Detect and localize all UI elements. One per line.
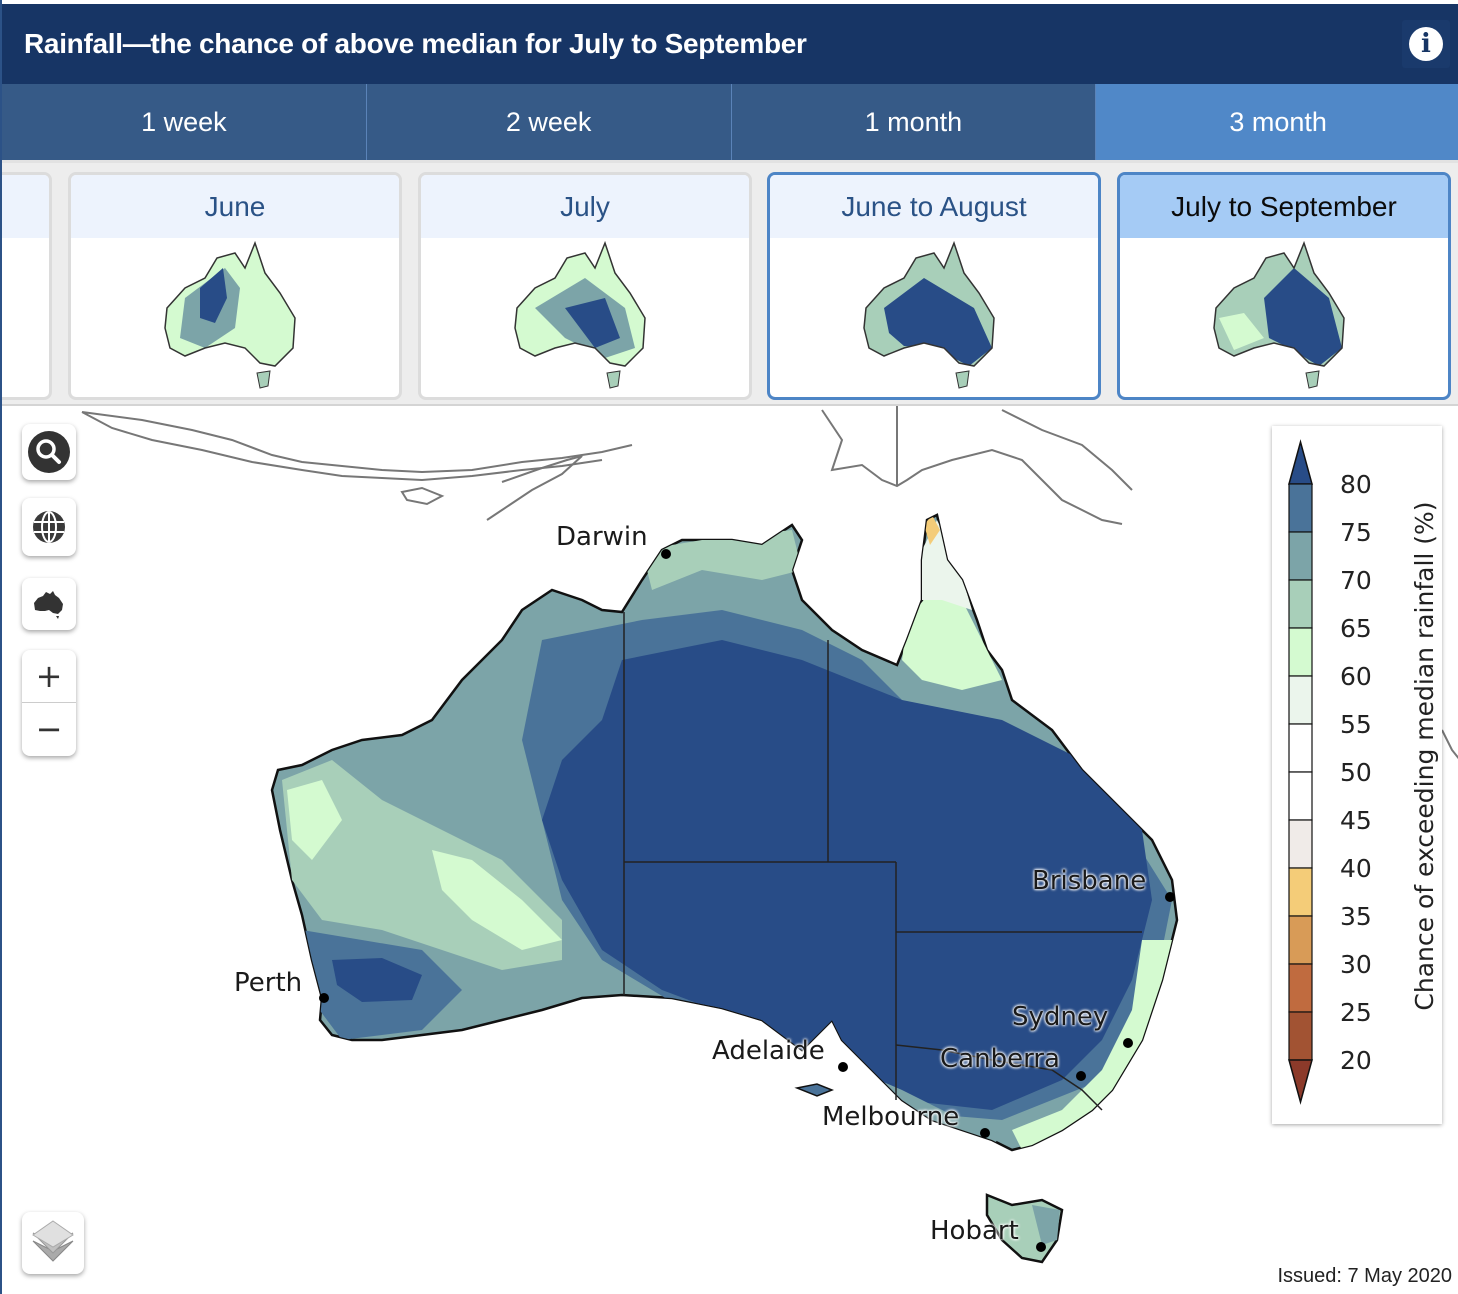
colorbar-tick-label: 60 (1340, 662, 1372, 691)
thumbnail-map (1213, 240, 1345, 389)
city-marker-darwin (661, 549, 671, 559)
thumbnail-tasmania (955, 370, 970, 389)
city-label-melbourne: Melbourne (822, 1102, 960, 1132)
colorbar-title: Chance of exceeding median rainfall (%) (1410, 501, 1439, 1011)
region-60-65-cape (902, 590, 1002, 690)
colorbar-bin (1288, 483, 1313, 533)
java-coastline (81, 411, 633, 482)
globe-icon (33, 511, 65, 543)
colorbar-tick-label: 70 (1340, 566, 1372, 595)
sumba-coastline (400, 486, 445, 506)
colorbar-tick-label: 35 (1340, 902, 1372, 931)
city-label-perth: Perth (234, 968, 303, 998)
colorbar-bin (1288, 867, 1313, 917)
city-label-adelaide: Adelaide (712, 1036, 825, 1066)
tab-1-month[interactable]: 1 month (731, 84, 1097, 160)
colorbar-tick-label: 25 (1340, 998, 1372, 1027)
city-marker-canberra (1076, 1071, 1086, 1081)
colorbar-tick-label: 30 (1340, 950, 1372, 979)
period-card-partial[interactable] (2, 172, 52, 400)
australia-icon (34, 591, 63, 619)
colorbar (1288, 439, 1313, 1105)
colorbar-bin (1288, 675, 1313, 725)
colorbar-tick-label: 55 (1340, 710, 1372, 739)
colorbar-tick-label: 40 (1340, 854, 1372, 883)
city-label-hobart: Hobart (930, 1216, 1019, 1246)
colorbar-bin (1288, 915, 1313, 965)
thumbnail-tasmania (1305, 370, 1320, 389)
layers-icon (32, 1220, 74, 1262)
city-label-sydney: Sydney (1012, 1002, 1109, 1032)
colorbar-tick-label: 75 (1340, 518, 1372, 547)
period-card-july[interactable]: July (418, 172, 752, 400)
city-marker-adelaide (838, 1062, 848, 1072)
thumbnail-map (514, 240, 646, 389)
east-coastline (1441, 729, 1458, 760)
layers-button[interactable] (22, 1212, 84, 1274)
period-label (2, 175, 49, 238)
period-selector: June July June to August July to Septemb… (2, 160, 1458, 406)
search-icon (28, 431, 70, 473)
issued-date: Issued: 7 May 2020 (1277, 1265, 1452, 1287)
city-marker-sydney (1123, 1038, 1133, 1048)
app-frame: Rainfall—the chance of above median for … (0, 0, 1458, 1294)
thumbnail-tasmania (606, 370, 621, 389)
zoom-in-button[interactable]: + (22, 650, 76, 703)
colorbar-tick-label: 65 (1340, 614, 1372, 643)
period-label: June (71, 175, 399, 238)
colorbar-extend-bottom (1288, 1059, 1313, 1105)
thumbnail-tasmania (256, 370, 271, 389)
info-icon: i (1409, 27, 1443, 61)
colorbar-bin (1288, 579, 1313, 629)
colorbar-bin (1288, 531, 1313, 581)
colorbar-bin (1288, 723, 1313, 773)
timescale-tabs: 1 week 2 week 1 month 3 month (2, 84, 1458, 160)
city-marker-hobart (1036, 1242, 1046, 1252)
city-marker-perth (319, 993, 329, 1003)
colorbar-extend-top (1288, 439, 1313, 485)
period-card-june-to-august[interactable]: June to August (767, 172, 1101, 400)
tab-3-month[interactable]: 3 month (1096, 84, 1458, 160)
colorbar-bin (1288, 627, 1313, 677)
colorbar-legend: 80 75 70 65 60 55 50 45 40 35 30 25 20 Chance of exc… (1272, 426, 1442, 1124)
zoom-control: + − (22, 650, 76, 756)
tab-2-week[interactable]: 2 week (366, 84, 732, 160)
period-label: July to September (1120, 175, 1448, 238)
colorbar-bin (1288, 1011, 1313, 1061)
colorbar-bin (1288, 819, 1313, 869)
colorbar-tick-label: 80 (1340, 470, 1372, 499)
colorbar-tick-label: 50 (1340, 758, 1372, 787)
new-guinea-coastline (821, 406, 1133, 525)
city-label-brisbane: Brisbane (1032, 866, 1147, 896)
map-view[interactable]: Darwin Brisbane Perth Sydney Adelaide Ca… (2, 406, 1458, 1294)
colorbar-bin (1288, 963, 1313, 1013)
tab-1-week[interactable]: 1 week (2, 84, 367, 160)
period-card-june[interactable]: June (68, 172, 402, 400)
period-label: June to August (770, 175, 1098, 238)
info-button[interactable]: i (1402, 20, 1450, 68)
search-button[interactable] (22, 424, 76, 480)
city-label-darwin: Darwin (556, 522, 648, 552)
page-title: Rainfall—the chance of above median for … (24, 28, 807, 59)
period-label: July (421, 175, 749, 238)
header-bar: Rainfall—the chance of above median for … (2, 4, 1458, 84)
city-marker-brisbane (1165, 892, 1175, 902)
colorbar-tick-label: 20 (1340, 1046, 1372, 1075)
city-marker-melbourne (980, 1128, 990, 1138)
city-label-canberra: Canberra (940, 1044, 1060, 1074)
globe-button[interactable] (22, 498, 76, 556)
kangaroo-island (794, 1083, 835, 1097)
australia-extent-button[interactable] (22, 578, 76, 630)
colorbar-tick-label: 45 (1340, 806, 1372, 835)
zoom-out-button[interactable]: − (22, 703, 76, 755)
rainfall-map[interactable] (2, 406, 1458, 1294)
thumbnail-map (863, 240, 995, 389)
colorbar-bin (1288, 771, 1313, 821)
period-card-july-to-september[interactable]: July to September (1117, 172, 1451, 400)
thumbnail-map (164, 240, 296, 389)
